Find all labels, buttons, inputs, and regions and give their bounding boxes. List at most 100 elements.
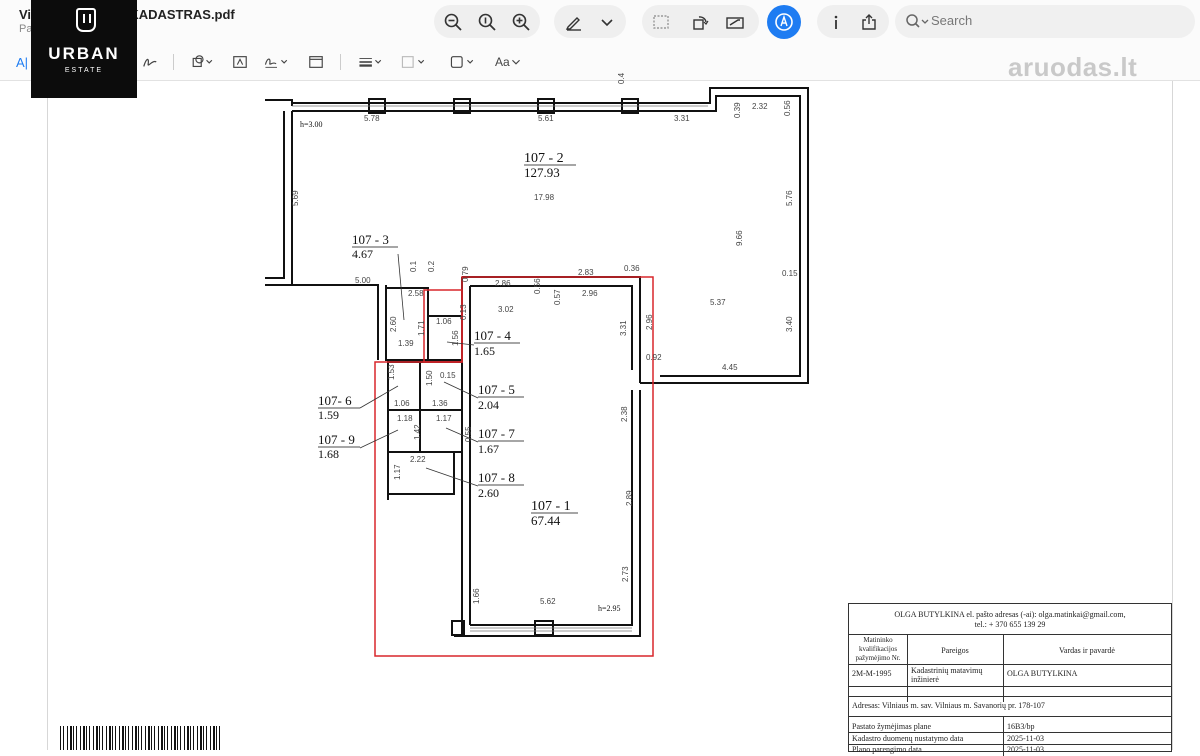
- dimension: 5.37: [710, 298, 726, 307]
- room-area: 127.93: [524, 165, 560, 180]
- logo-word: URBAN: [48, 44, 120, 63]
- barcode-bar: [148, 726, 150, 750]
- highlight-room-107-4: [423, 289, 463, 363]
- dimension: 1.71: [417, 320, 426, 336]
- dimension: 1.18: [397, 414, 413, 423]
- room-id: 107 - 2: [524, 151, 564, 166]
- dimension: 0.1: [409, 260, 418, 272]
- title-block-position: Kadastrinių matavimų inžinierė: [911, 666, 983, 684]
- dimension: 1.50: [425, 370, 434, 386]
- barcode-bar: [60, 726, 61, 750]
- title-block-phone: tel.: + 370 655 139 29: [974, 620, 1046, 629]
- title-block-rule: [849, 716, 1171, 717]
- room-area: 1.59: [318, 408, 339, 422]
- barcode-bar: [200, 726, 202, 750]
- title-block-rule: [849, 634, 1171, 635]
- title-block: OLGA BUTYLKINA el. pašto adresas (-ai): …: [848, 603, 1172, 756]
- title-block-rule: [849, 696, 1171, 697]
- room-id: 107 - 5: [478, 382, 515, 397]
- dimension: 2.96: [645, 314, 654, 330]
- dimension: 5.62: [540, 597, 556, 606]
- barcode-bar: [86, 726, 87, 750]
- room-id: 107- 6: [318, 393, 352, 408]
- room-id: 107 - 3: [352, 232, 389, 247]
- dimension: 0.15: [782, 269, 798, 278]
- leader-line: [359, 385, 399, 409]
- title-block-rule: [849, 686, 1171, 687]
- dimension: 5.69: [291, 190, 300, 206]
- barcode-bar: [193, 726, 194, 750]
- dimension: 2.38: [620, 406, 629, 422]
- dimension: 0.13: [459, 304, 468, 320]
- dimension: 5.76: [785, 190, 794, 206]
- dimension: 17.98: [534, 193, 555, 202]
- barcode-bar: [161, 726, 163, 750]
- title-block-row2-value: 2025-11-03: [1007, 734, 1045, 743]
- barcode-bar: [76, 726, 77, 750]
- dimension: 0.2: [427, 260, 436, 272]
- dimension: 0.55: [464, 426, 473, 442]
- ceiling-height: h=2.95: [598, 604, 621, 613]
- barcode-bar: [96, 726, 98, 750]
- dimension: 1.17: [436, 414, 452, 423]
- dimension: 1.39: [398, 339, 414, 348]
- barcode-bar: [167, 726, 168, 750]
- dimension: 1.17: [393, 464, 402, 480]
- barcode-bar: [180, 726, 181, 750]
- title-block-row1-value: 16B3/bp: [1007, 722, 1035, 731]
- dimension: 0.36: [624, 264, 640, 273]
- dimension: 5.78: [364, 114, 380, 123]
- barcode-bar: [197, 726, 198, 750]
- title-block-vline: [1003, 716, 1004, 756]
- dimension: 3.31: [674, 114, 690, 123]
- barcode-bar: [151, 726, 152, 750]
- dimension: 1.53: [387, 364, 396, 380]
- dimension: 1.42: [413, 424, 422, 440]
- barcode-bar: [171, 726, 172, 750]
- room-id: 107 - 1: [531, 499, 571, 514]
- title-block-rule: [849, 732, 1171, 733]
- barcode-bar: [190, 726, 191, 750]
- barcode-bar: [93, 726, 94, 750]
- barcode-bar: [164, 726, 165, 750]
- barcode-bar: [119, 726, 120, 750]
- barcode-bar: [138, 726, 139, 750]
- barcode-bar: [122, 726, 124, 750]
- dimension: 1.36: [432, 399, 448, 408]
- dimension: 4.45: [722, 363, 738, 372]
- barcode-bar: [115, 726, 116, 750]
- dimension: 0.56: [783, 100, 792, 116]
- dimension: 0.39: [733, 102, 742, 118]
- barcode-bar: [128, 726, 129, 750]
- title-block-name: OLGA BUTYLKINA: [1007, 669, 1078, 678]
- dimension: 2.22: [410, 455, 426, 464]
- room-area: 1.65: [474, 344, 495, 358]
- barcode: [60, 726, 220, 750]
- barcode-bar: [219, 726, 220, 750]
- barcode-bar: [80, 726, 81, 750]
- title-block-address: Adresas: Vilniaus m. sav. Vilniaus m. Sa…: [852, 701, 1045, 710]
- plan-columns: [368, 98, 639, 636]
- barcode-bar: [158, 726, 159, 750]
- barcode-bar: [184, 726, 185, 750]
- dimension: 3.40: [785, 316, 794, 332]
- barcode-bar: [213, 726, 215, 750]
- barcode-bar: [187, 726, 189, 750]
- barcode-bar: [206, 726, 207, 750]
- barcode-bar: [135, 726, 137, 750]
- barcode-bar: [216, 726, 217, 750]
- room-area: 67.44: [531, 513, 561, 528]
- room-area: 4.67: [352, 247, 373, 261]
- title-block-cert-no: 2M-M-1995: [852, 669, 892, 678]
- barcode-bar: [73, 726, 74, 750]
- dimension: 2.89: [625, 490, 634, 506]
- room-id: 107 - 9: [318, 432, 355, 447]
- title-block-rule: [849, 664, 1171, 665]
- dimension: 2.96: [582, 289, 598, 298]
- room-id: 107 - 4: [474, 328, 511, 343]
- title-block-col2-header: Pareigos: [941, 646, 969, 655]
- wall-top-left: [265, 99, 293, 106]
- dimension: 1.66: [472, 588, 481, 604]
- logo-mark-icon: [76, 8, 96, 32]
- title-block-col3-header: Vardas ir pavardė: [1059, 646, 1115, 655]
